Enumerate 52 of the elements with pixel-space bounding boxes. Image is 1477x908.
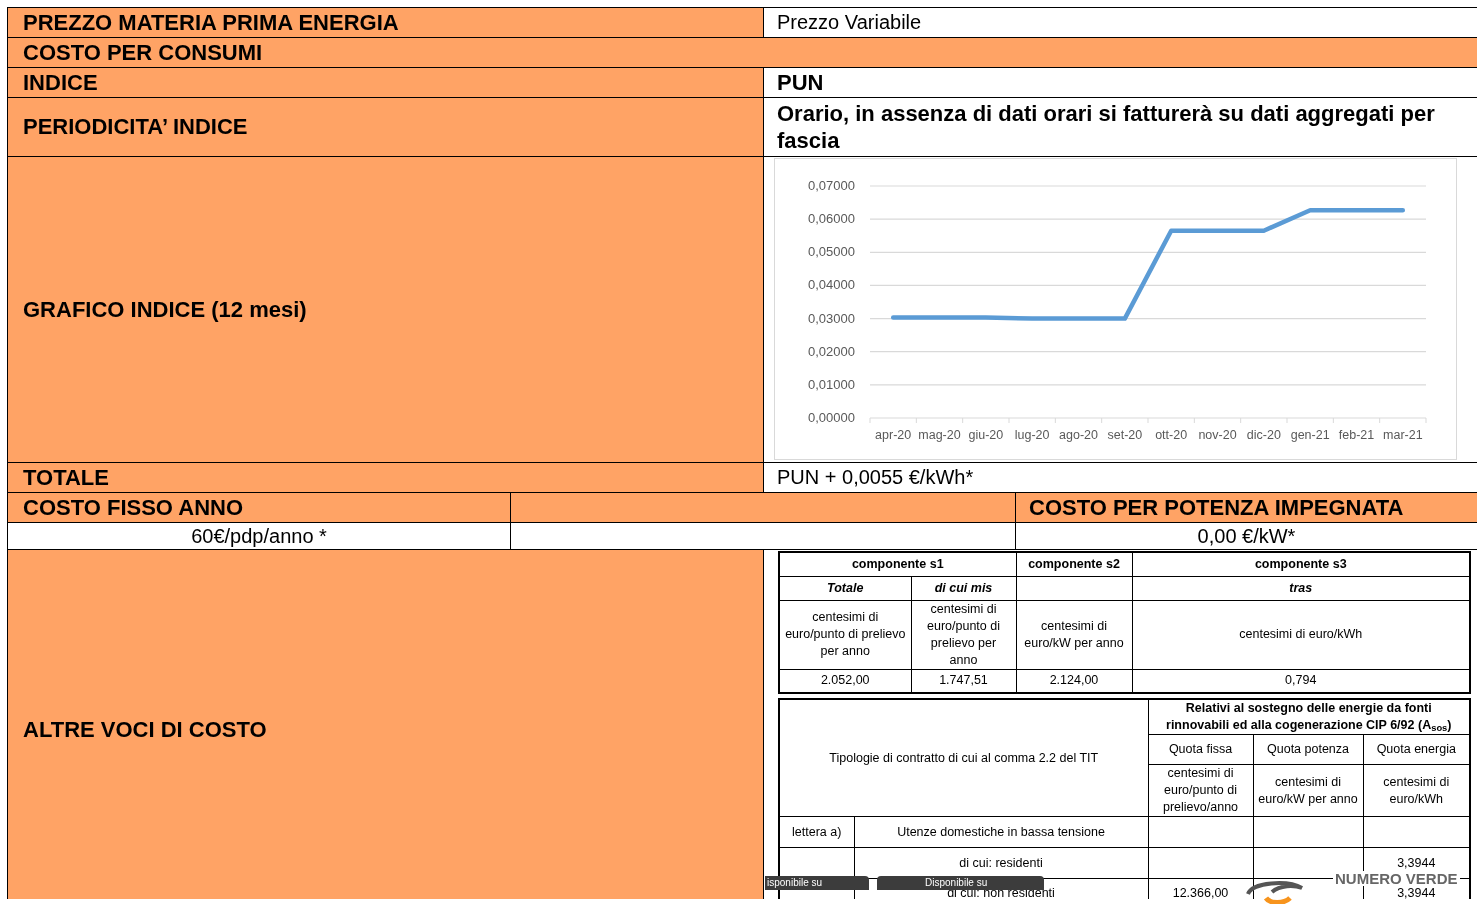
table-cell: componente s2 bbox=[1016, 552, 1132, 576]
table-cell: centesimi di euro/kW per anno bbox=[1016, 600, 1132, 669]
table-cell: Tipologie di contratto di cui al comma 2.2 del TIT bbox=[779, 699, 1148, 817]
axis-label: 0,00000 bbox=[808, 410, 855, 425]
table-cell: centesimi di euro/punto di prelievo per anno bbox=[911, 600, 1016, 669]
axis-label: nov-20 bbox=[1198, 428, 1237, 442]
row-label: COSTO FISSO ANNO bbox=[7, 493, 511, 522]
axis-label: 0,05000 bbox=[808, 244, 855, 260]
row-value: Prezzo Variabile bbox=[776, 10, 923, 35]
axis-label: ott-20 bbox=[1155, 428, 1188, 442]
axis-label: 0,04000 bbox=[808, 277, 855, 293]
row-value: 60€/pdp/anno * bbox=[7, 523, 511, 549]
row-label: GRAFICO INDICE (12 mesi) bbox=[7, 157, 764, 462]
row-value: Orario, in assenza di dati orari si fatturerà su dati aggregati per fascia bbox=[776, 100, 1436, 155]
row-label: ALTRE VOCI DI COSTO bbox=[7, 550, 764, 899]
table-cell: centesimi di euro/punto di prelievo per anno bbox=[779, 600, 911, 669]
row-label: COSTO PER POTENZA IMPEGNATA bbox=[1016, 493, 1477, 522]
row-label: TOTALE bbox=[7, 463, 764, 492]
axis-label: 0,01000 bbox=[808, 376, 855, 392]
axis-label: dic-20 bbox=[1246, 428, 1281, 442]
axis-label: set-20 bbox=[1107, 428, 1143, 442]
table-cell: Totale bbox=[779, 576, 911, 600]
row-value: PUN bbox=[776, 69, 825, 97]
app-store-badge[interactable]: isponibile su bbox=[765, 876, 869, 890]
table-cell: componente s1 bbox=[779, 552, 1016, 576]
table-cell: Quota fissa bbox=[1148, 734, 1253, 765]
axis-label: 0,02000 bbox=[808, 343, 855, 359]
axis-label: 0,07000 bbox=[808, 178, 855, 193]
row-label: PREZZO MATERIA PRIMA ENERGIA bbox=[7, 8, 764, 37]
table-cell: centesimi di euro/punto di prelievo/anno bbox=[1148, 764, 1253, 817]
row-label: PERIODICITA’ INDICE bbox=[7, 98, 764, 156]
axis-label: mag-20 bbox=[918, 428, 961, 442]
google-play-badge[interactable]: Disponibile su bbox=[877, 876, 1044, 890]
axis-label: 0,06000 bbox=[808, 211, 855, 227]
axis-label: gen-21 bbox=[1290, 428, 1330, 442]
axis-label: lug-20 bbox=[1014, 428, 1050, 442]
row-value: 0,00 €/kW* bbox=[1196, 524, 1297, 549]
axis-label: giu-20 bbox=[968, 428, 1004, 442]
axis-label: ago-20 bbox=[1059, 428, 1098, 442]
section-title: COSTO PER CONSUMI bbox=[7, 38, 1477, 67]
axis-label: mar-21 bbox=[1383, 428, 1423, 442]
table-cell: Quota potenza bbox=[1253, 734, 1363, 765]
table-cell: di cui mis bbox=[911, 576, 1016, 600]
axis-label: apr-20 bbox=[875, 428, 912, 442]
table-cell: Utenze domestiche in bassa tensione bbox=[854, 816, 1148, 848]
axis-label: feb-21 bbox=[1338, 428, 1375, 442]
axis-label: 0,03000 bbox=[808, 310, 855, 326]
toll-free-title: NUMERO VERDE bbox=[1333, 871, 1460, 886]
row-value: PUN + 0,0055 €/kWh* bbox=[776, 465, 975, 490]
table-cell: lettera a) bbox=[779, 816, 854, 848]
table-cell: centesimi di euro/kW per anno bbox=[1253, 764, 1363, 817]
row-label: INDICE bbox=[7, 68, 764, 97]
